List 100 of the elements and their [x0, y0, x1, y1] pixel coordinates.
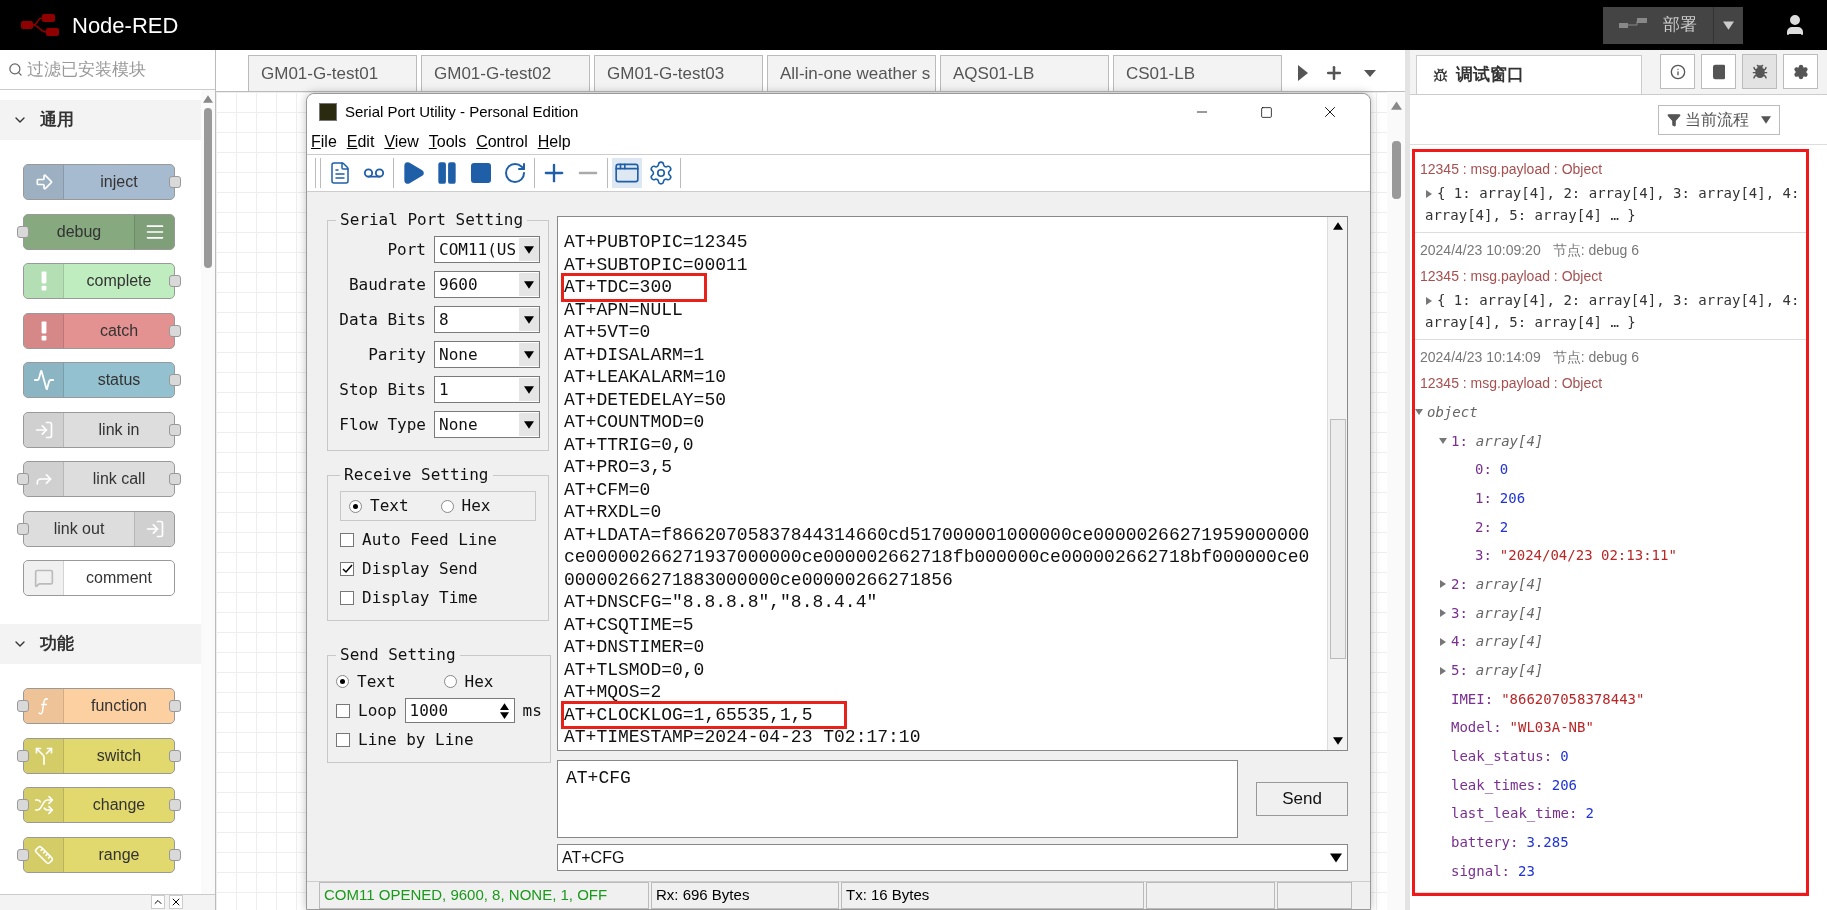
send-button[interactable]: Send — [1256, 782, 1348, 817]
palette-node[interactable]: inject — [23, 164, 175, 200]
node-port[interactable] — [169, 700, 181, 712]
palette-node[interactable]: status — [23, 362, 175, 398]
collapse-icon[interactable] — [151, 895, 165, 909]
menu-item[interactable]: File — [311, 130, 337, 154]
scroll-thumb[interactable] — [1391, 141, 1401, 199]
node-port[interactable] — [169, 374, 181, 386]
payload-summary[interactable]: { 1: array[4], 2: array[4], 3: array[4], 4: array[4], 5: array[4] … } — [1415, 289, 1806, 333]
flow-tab[interactable]: CS01-LB — [1113, 55, 1282, 91]
deploy-button[interactable]: 部署 — [1603, 6, 1743, 44]
radio-button[interactable]: Text — [349, 494, 409, 518]
flow-tab[interactable]: All-in-one weather s — [767, 55, 936, 91]
window-icon[interactable] — [612, 158, 642, 188]
node-port[interactable] — [169, 176, 181, 188]
send-input[interactable]: AT+CFG — [557, 760, 1238, 839]
palette-node[interactable]: range — [23, 836, 175, 873]
sidebar-icon-button[interactable] — [1660, 54, 1695, 89]
node-port[interactable] — [169, 275, 181, 287]
checkbox[interactable]: Line by Line — [336, 725, 542, 754]
scroll-right-icon[interactable] — [1298, 65, 1308, 81]
add-icon[interactable] — [1324, 63, 1344, 83]
category-header[interactable]: 通用 — [0, 100, 201, 140]
app-title: Node-RED — [72, 11, 179, 40]
radio-button[interactable]: Hex — [443, 669, 494, 694]
menu-item[interactable]: Edit — [346, 130, 375, 154]
sidebar-tab[interactable]: 调试窗口 — [1416, 55, 1642, 94]
message-time: 2024/4/23 10:14:09 — [1420, 347, 1541, 367]
node-port[interactable] — [17, 522, 29, 535]
tree-row-text: leak_status: 0 — [1450, 747, 1570, 767]
filter-dropdown[interactable]: 当前流程 — [1658, 104, 1780, 135]
flow-tab[interactable]: AQS01-LB — [940, 55, 1109, 91]
scroll-down-icon[interactable] — [1332, 736, 1343, 747]
filter-field[interactable]: 过滤已安装模块 — [27, 56, 197, 83]
dropdown-field[interactable]: None — [434, 411, 540, 438]
payload-summary[interactable]: { 1: array[4], 2: array[4], 3: array[4], 4: array[4], 5: array[4] … } — [1415, 182, 1806, 226]
palette-node[interactable]: catch — [23, 312, 175, 349]
tree-row[interactable]: object — [1415, 398, 1806, 427]
spin-down-icon[interactable] — [499, 710, 509, 720]
checkbox[interactable]: Display Send — [340, 554, 536, 583]
node-port[interactable] — [169, 324, 181, 337]
history-dropdown[interactable]: AT+CFG — [557, 844, 1348, 871]
palette-node[interactable]: complete — [23, 263, 175, 299]
node-port[interactable] — [17, 473, 29, 485]
menu-item[interactable]: Help — [537, 130, 571, 154]
node-port[interactable] — [169, 473, 181, 485]
close-icon[interactable] — [169, 895, 183, 909]
node-port[interactable] — [17, 799, 29, 811]
palette-node[interactable]: comment — [23, 560, 175, 596]
maximize-icon[interactable] — [1259, 105, 1273, 119]
node-port[interactable] — [17, 225, 29, 238]
sidebar-icon-button[interactable] — [1783, 54, 1818, 89]
menu-item[interactable]: Control — [476, 130, 528, 154]
unit-label: ms — [522, 699, 542, 722]
menu-item[interactable]: View — [384, 130, 419, 154]
dropdown-arrow-icon — [1330, 851, 1342, 864]
node-port[interactable] — [17, 749, 29, 762]
palette-node[interactable]: switch — [23, 737, 175, 774]
caret-icon[interactable] — [1364, 70, 1376, 77]
checkbox[interactable]: Loop — [336, 696, 397, 725]
checkbox[interactable]: Auto Feed Line — [340, 525, 536, 554]
node-port[interactable] — [17, 848, 29, 861]
tree-row[interactable]: 2: array[4] — [1415, 570, 1806, 599]
node-port[interactable] — [169, 848, 181, 861]
tree-row[interactable]: 4: array[4] — [1415, 627, 1806, 657]
sidebar-icon-button[interactable] — [1742, 54, 1777, 89]
palette-node[interactable]: link call — [23, 461, 175, 497]
tree-row[interactable]: 5: array[4] — [1415, 656, 1806, 685]
flow-tab[interactable]: GM01-G-test01 — [248, 55, 417, 91]
menu-item[interactable]: Tools — [428, 130, 467, 154]
dropdown-field[interactable]: 1 — [434, 376, 540, 403]
palette-node[interactable]: link in — [23, 411, 175, 448]
spin-up-icon[interactable] — [499, 701, 509, 711]
node-port[interactable] — [169, 423, 181, 436]
palette-node[interactable]: function — [23, 688, 175, 724]
sidebar-icon-button[interactable] — [1701, 54, 1736, 89]
palette-node[interactable]: debug — [23, 213, 175, 250]
radio-button[interactable]: Text — [336, 669, 396, 694]
dropdown-field[interactable]: 8 — [434, 306, 540, 333]
tree-row[interactable]: 3: array[4] — [1415, 598, 1806, 628]
flow-tab[interactable]: GM01-G-test03 — [594, 55, 763, 91]
interval-spinner[interactable]: 1000 — [404, 698, 515, 723]
tree-row-text: leak_times: 206 — [1450, 775, 1578, 796]
palette-node[interactable]: change — [23, 787, 175, 823]
field-label: Data Bits — [339, 308, 426, 331]
node-port[interactable] — [169, 799, 181, 811]
scroll-thumb[interactable] — [1329, 418, 1346, 659]
tree-row[interactable]: 1: array[4] — [1415, 426, 1806, 456]
node-port[interactable] — [17, 700, 29, 712]
category-header[interactable]: 功能 — [0, 624, 201, 664]
scroll-up-icon[interactable] — [1332, 221, 1343, 231]
flow-tab[interactable]: GM01-G-test02 — [421, 55, 590, 91]
dropdown-field[interactable]: COM11(US — [434, 236, 540, 263]
checkbox[interactable]: Display Time — [340, 583, 536, 612]
dropdown-field[interactable]: None — [434, 341, 540, 368]
node-port[interactable] — [169, 749, 181, 762]
radio-button[interactable]: Hex — [440, 494, 491, 518]
dropdown-field[interactable]: 9600 — [434, 271, 540, 298]
palette-node[interactable]: link out — [23, 510, 175, 547]
scroll-thumb[interactable] — [204, 108, 212, 268]
